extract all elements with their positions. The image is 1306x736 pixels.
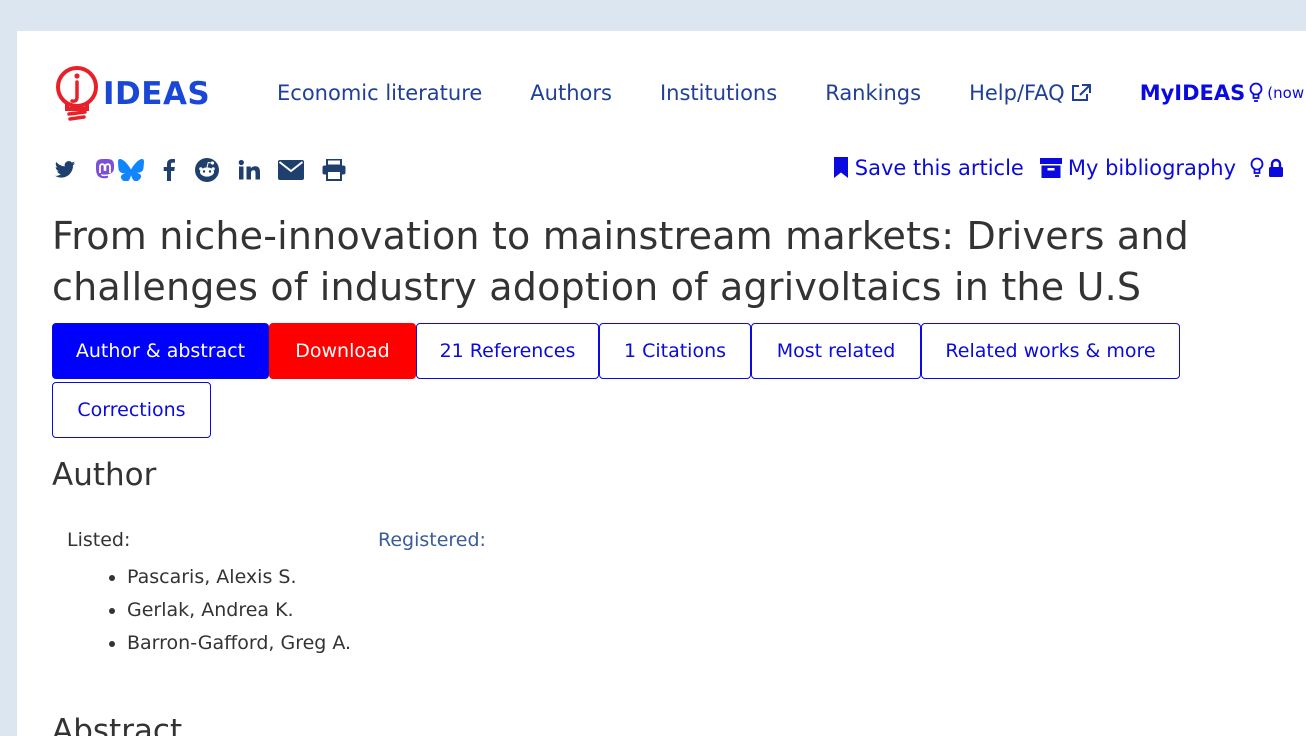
author-item: Gerlak, Andrea K.	[127, 594, 351, 627]
registered-label: Registered:	[378, 529, 486, 551]
nav-help-faq[interactable]: Help/FAQ	[969, 81, 1092, 105]
reddit-icon[interactable]	[194, 157, 220, 183]
lightbulb-logo-icon	[56, 66, 98, 121]
main-nav: Economic literature Authors Institutions…	[277, 81, 1304, 105]
linkedin-icon[interactable]	[238, 159, 260, 181]
archive-icon	[1039, 158, 1062, 178]
tab-references[interactable]: 21 References	[416, 323, 599, 379]
article-title: From niche-innovation to mainstream mark…	[52, 214, 1190, 309]
page-card: IDEAS Economic literature Authors Instit…	[17, 31, 1306, 736]
ideas-logo[interactable]: IDEAS	[53, 65, 210, 123]
print-icon[interactable]	[322, 159, 346, 181]
tab-author-abstract[interactable]: Author & abstract	[52, 323, 269, 379]
author-heading: Author	[52, 457, 157, 493]
listed-label: Listed:	[67, 529, 131, 551]
mastodon-icon[interactable]	[94, 158, 116, 182]
nav-myideas-note: (now	[1267, 84, 1305, 102]
bluesky-icon[interactable]	[118, 159, 144, 181]
nav-help-faq-label: Help/FAQ	[969, 81, 1065, 105]
login-indicator[interactable]	[1250, 157, 1284, 179]
tab-citations[interactable]: 1 Citations	[599, 323, 751, 379]
nav-rankings[interactable]: Rankings	[825, 81, 921, 105]
nav-authors[interactable]: Authors	[530, 81, 612, 105]
tab-most-related[interactable]: Most related	[751, 323, 921, 379]
article-actions: Save this article My bibliography	[817, 156, 1284, 180]
lightbulb-icon	[1249, 82, 1263, 102]
nav-institutions[interactable]: Institutions	[660, 81, 777, 105]
email-icon[interactable]	[278, 160, 304, 180]
tab-download[interactable]: Download	[269, 323, 416, 379]
tab-related-works[interactable]: Related works & more	[921, 323, 1180, 379]
tab-corrections[interactable]: Corrections	[52, 382, 211, 438]
twitter-icon[interactable]	[54, 160, 76, 180]
save-article-button[interactable]: Save this article	[833, 156, 1024, 180]
my-bibliography-button[interactable]: My bibliography	[1039, 156, 1236, 180]
share-bar	[54, 157, 364, 183]
nav-myideas-label: MyIDEAS	[1139, 81, 1246, 105]
facebook-icon[interactable]	[162, 159, 176, 181]
abstract-heading: Abstract	[52, 713, 183, 736]
bookmark-icon	[833, 157, 848, 178]
lightbulb-icon	[1250, 157, 1264, 177]
save-article-label: Save this article	[854, 156, 1024, 180]
author-item: Pascaris, Alexis S.	[127, 561, 351, 594]
my-bibliography-label: My bibliography	[1067, 156, 1236, 180]
logo-text: IDEAS	[103, 76, 211, 112]
author-list: Pascaris, Alexis S. Gerlak, Andrea K. Ba…	[77, 561, 351, 660]
nav-economic-literature[interactable]: Economic literature	[277, 81, 482, 105]
author-item: Barron-Gafford, Greg A.	[127, 627, 351, 660]
lock-icon	[1269, 158, 1283, 177]
nav-myideas[interactable]: MyIDEAS (now	[1140, 81, 1304, 105]
external-link-icon	[1071, 84, 1091, 101]
